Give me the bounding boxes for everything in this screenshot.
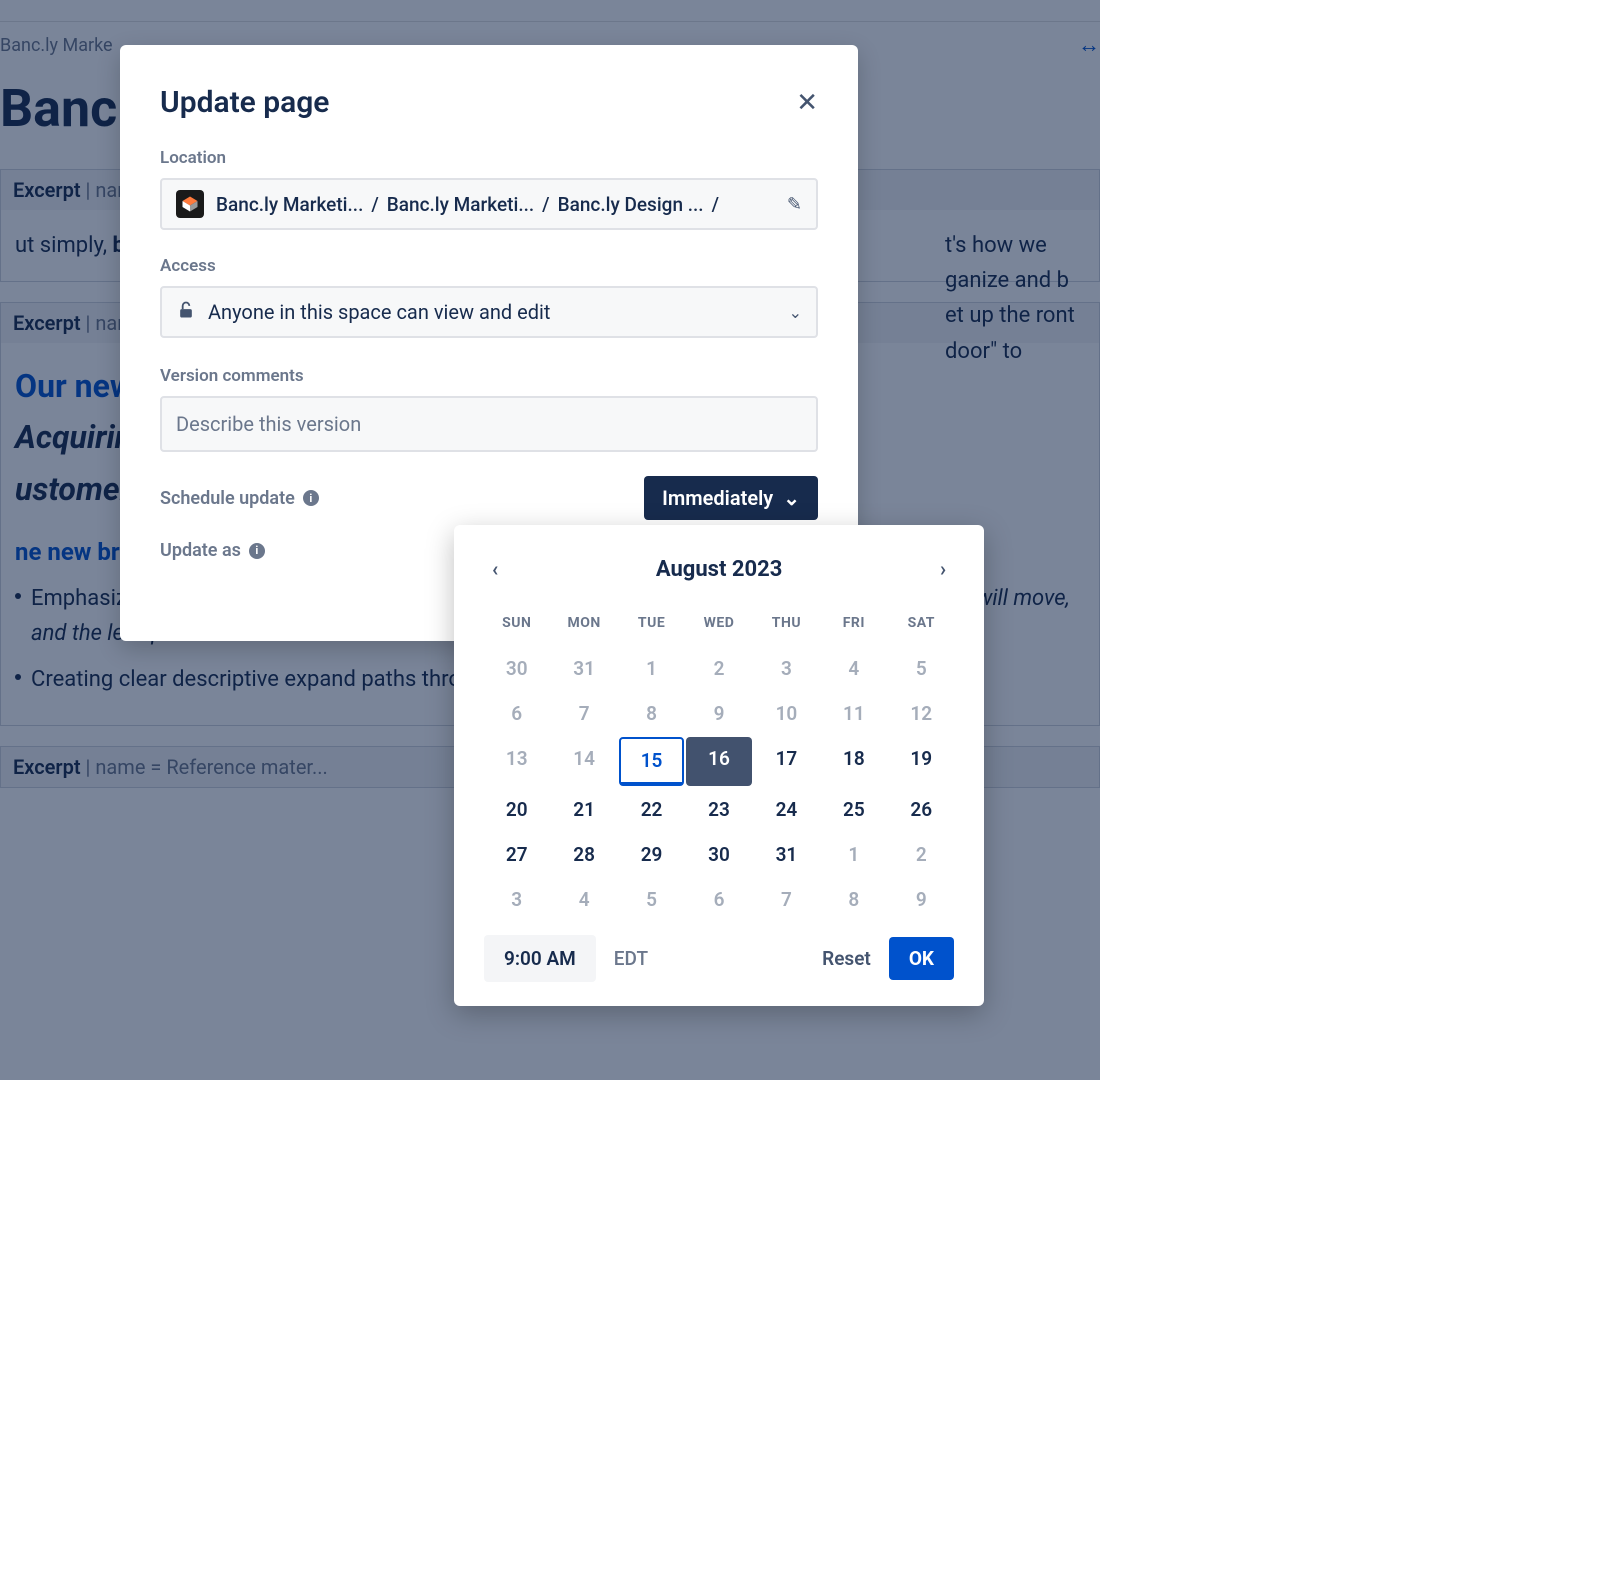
unlock-icon	[176, 300, 196, 324]
prev-month-button[interactable]: ‹	[484, 553, 506, 585]
calendar-day: 7	[754, 878, 819, 921]
access-label: Access	[160, 256, 818, 276]
calendar-dow: SAT	[889, 605, 954, 645]
calendar-day: 1	[619, 647, 684, 690]
calendar-day[interactable]: 25	[821, 788, 886, 831]
calendar-day: 4	[551, 878, 616, 921]
calendar-day[interactable]: 30	[686, 833, 751, 876]
calendar-day: 5	[889, 647, 954, 690]
location-breadcrumb: Banc.ly Marketi.../ Banc.ly Marketi.../ …	[216, 193, 775, 216]
calendar-day: 13	[484, 737, 549, 786]
next-month-button[interactable]: ›	[932, 553, 954, 585]
chevron-down-icon: ⌄	[783, 486, 800, 510]
ok-button[interactable]: OK	[889, 937, 954, 980]
calendar-month-label: August 2023	[656, 557, 783, 582]
calendar-day[interactable]: 16	[686, 737, 751, 786]
calendar-day[interactable]: 21	[551, 788, 616, 831]
calendar-dow: MON	[551, 605, 616, 645]
calendar-day: 31	[551, 647, 616, 690]
calendar-day: 1	[821, 833, 886, 876]
calendar-day[interactable]: 26	[889, 788, 954, 831]
reset-button[interactable]: Reset	[822, 947, 871, 970]
info-icon[interactable]: i	[249, 543, 265, 559]
calendar-day: 12	[889, 692, 954, 735]
calendar-day: 9	[686, 692, 751, 735]
calendar-day: 8	[619, 692, 684, 735]
calendar-day: 3	[484, 878, 549, 921]
calendar-day[interactable]: 29	[619, 833, 684, 876]
comments-label: Version comments	[160, 366, 818, 386]
calendar-day[interactable]: 28	[551, 833, 616, 876]
calendar-day: 10	[754, 692, 819, 735]
calendar-day: 8	[821, 878, 886, 921]
calendar-day[interactable]: 20	[484, 788, 549, 831]
calendar-day: 9	[889, 878, 954, 921]
calendar-day[interactable]: 15	[619, 737, 684, 786]
calendar-day: 14	[551, 737, 616, 786]
calendar-day[interactable]: 27	[484, 833, 549, 876]
date-picker: ‹ August 2023 › SUNMONTUEWEDTHUFRISAT303…	[454, 525, 984, 1006]
calendar-day[interactable]: 23	[686, 788, 751, 831]
update-as-label: Update as	[160, 540, 241, 561]
calendar-day: 2	[686, 647, 751, 690]
schedule-dropdown[interactable]: Immediately ⌄	[644, 476, 818, 520]
location-label: Location	[160, 148, 818, 168]
info-icon[interactable]: i	[303, 490, 319, 506]
calendar-day: 7	[551, 692, 616, 735]
calendar-dow: THU	[754, 605, 819, 645]
time-input[interactable]: 9:00 AM	[484, 935, 596, 982]
calendar-dow: WED	[686, 605, 751, 645]
calendar-day: 5	[619, 878, 684, 921]
close-icon[interactable]: ✕	[796, 88, 818, 118]
calendar-day[interactable]: 24	[754, 788, 819, 831]
calendar-dow: SUN	[484, 605, 549, 645]
chevron-down-icon: ⌄	[789, 303, 802, 322]
calendar-dow: TUE	[619, 605, 684, 645]
edit-location-icon[interactable]: ✎	[787, 194, 802, 215]
location-field[interactable]: Banc.ly Marketi.../ Banc.ly Marketi.../ …	[160, 178, 818, 230]
calendar-day: 2	[889, 833, 954, 876]
timezone-label: EDT	[614, 947, 648, 970]
dialog-title: Update page	[160, 85, 329, 120]
calendar-day: 6	[686, 878, 751, 921]
calendar-day: 4	[821, 647, 886, 690]
calendar-day[interactable]: 17	[754, 737, 819, 786]
calendar-day[interactable]: 18	[821, 737, 886, 786]
calendar-day: 3	[754, 647, 819, 690]
calendar-dow: FRI	[821, 605, 886, 645]
calendar-day: 30	[484, 647, 549, 690]
calendar-day: 6	[484, 692, 549, 735]
space-icon	[176, 190, 204, 218]
access-dropdown[interactable]: Anyone in this space can view and edit ⌄	[160, 286, 818, 338]
calendar-day[interactable]: 31	[754, 833, 819, 876]
calendar-day[interactable]: 22	[619, 788, 684, 831]
calendar-day[interactable]: 19	[889, 737, 954, 786]
schedule-label: Schedule update	[160, 488, 295, 509]
calendar-day: 11	[821, 692, 886, 735]
version-comments-input[interactable]	[160, 396, 818, 452]
